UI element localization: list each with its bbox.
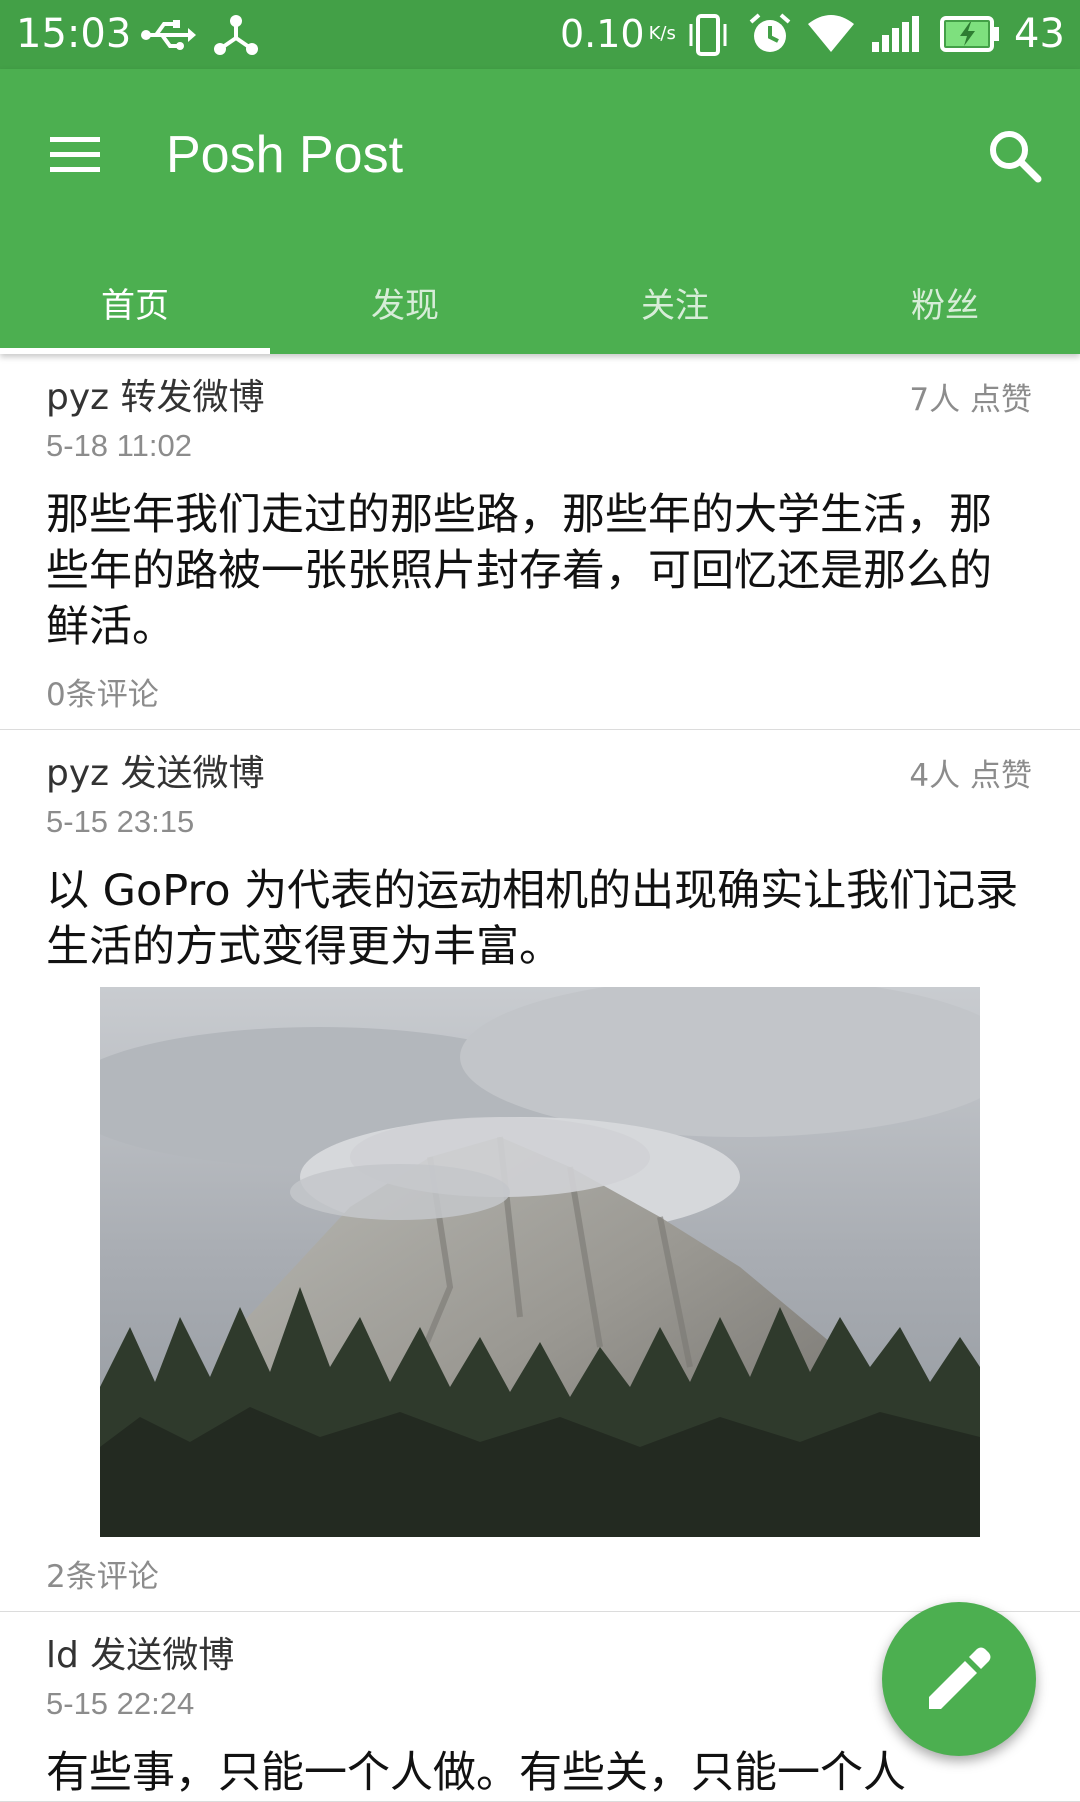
menu-icon [50, 137, 100, 172]
status-time: 15:03 [16, 11, 132, 57]
post-content: 那些年我们走过的那些路，那些年的大学生活，那些年的路被一张张照片封存着，可回忆还… [46, 490, 992, 652]
alarm-icon [749, 13, 791, 52]
tab-discover[interactable]: 发现 [270, 259, 540, 354]
app-bar: Posh Post 首页 发现 关注 粉丝 [0, 69, 1080, 354]
post-likes[interactable]: 4人 点赞 [909, 756, 1032, 796]
signal-icon [872, 16, 919, 52]
post-comments[interactable]: 2条评论 [0, 1537, 1080, 1611]
menu-button[interactable] [38, 117, 118, 197]
post-header: pyz 转发微博 5-18 11:02 7人 点赞 [0, 354, 1080, 469]
post-author[interactable]: pyz 发送微博 [46, 752, 265, 796]
battery-level: 43 [1014, 11, 1065, 57]
post-header: pyz 发送微博 5-15 23:15 4人 点赞 [0, 730, 1080, 845]
post-comments[interactable]: 0条评论 [0, 655, 1080, 729]
compose-button[interactable] [882, 1602, 1036, 1756]
post-feed: pyz 转发微博 5-18 11:02 7人 点赞 那些年我们走过的那些路，那些… [0, 354, 1080, 1802]
post-time: 5-18 11:02 [46, 428, 192, 463]
wifi-icon [808, 15, 854, 52]
status-bar: 15:03 0.10 K/s 43 [0, 0, 1080, 69]
share-icon [214, 15, 258, 55]
post-card[interactable]: pyz 转发微博 5-18 11:02 7人 点赞 那些年我们走过的那些路，那些… [0, 354, 1080, 730]
tab-following[interactable]: 关注 [540, 259, 810, 354]
post-author[interactable]: ld 发送微博 [46, 1634, 234, 1678]
post-time: 5-15 22:24 [46, 1686, 195, 1721]
tab-followers[interactable]: 粉丝 [810, 259, 1080, 354]
tab-bar: 首页 发现 关注 粉丝 [0, 259, 1080, 354]
app-title: Posh Post [166, 126, 404, 184]
battery-charging-icon [940, 16, 999, 52]
edit-icon [929, 1647, 991, 1709]
network-speed: 0.10 K/s [560, 12, 676, 56]
mountain-photo[interactable] [100, 987, 980, 1537]
post-likes[interactable]: 7人 点赞 [909, 380, 1032, 420]
search-icon [990, 131, 1042, 183]
post-card[interactable]: pyz 发送微博 5-15 23:15 4人 点赞 以 GoPro 为代表的运动… [0, 730, 1080, 1612]
post-content: 以 GoPro 为代表的运动相机的出现确实让我们记录生活的方式变得更为丰富。 [46, 866, 1019, 972]
post-time: 5-15 23:15 [46, 804, 195, 839]
search-button[interactable] [976, 117, 1056, 197]
vibrate-icon [689, 14, 727, 56]
network-speed-unit: K/s [648, 23, 676, 44]
usb-icon [141, 20, 196, 50]
tab-home[interactable]: 首页 [0, 259, 270, 354]
post-author[interactable]: pyz 转发微博 [46, 376, 265, 420]
